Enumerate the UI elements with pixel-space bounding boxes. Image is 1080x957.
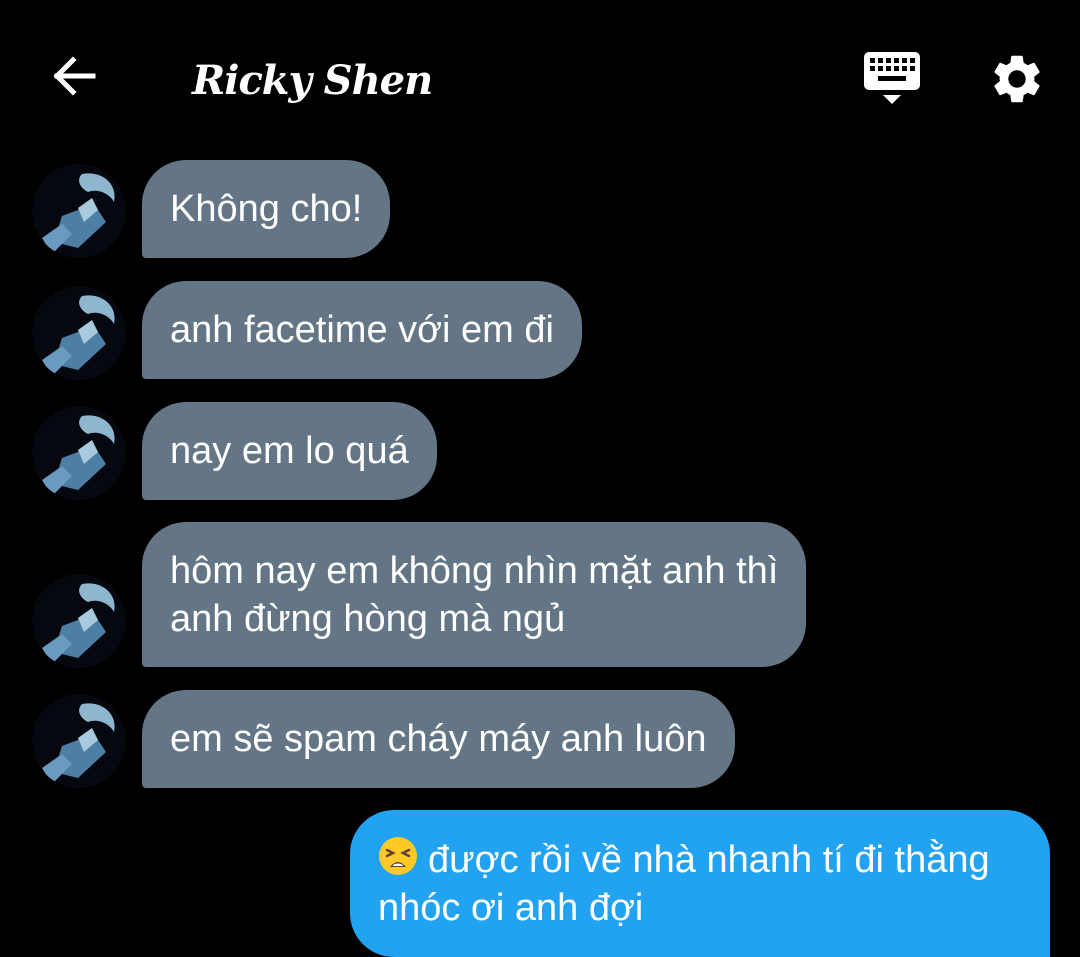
avatar-photo: [32, 406, 126, 500]
message-line: nhóc ơi anh đợi: [378, 886, 644, 929]
keyboard-icon: [864, 52, 920, 104]
avatar[interactable]: [32, 286, 126, 380]
message-line-text: được rồi về nhà nhanh tí đi thằng: [428, 838, 990, 881]
incoming-message-bubble[interactable]: anh facetime với em đi: [142, 281, 582, 379]
avatar[interactable]: [32, 164, 126, 258]
message-line: hôm nay em không nhìn mặt anh thì: [170, 549, 779, 592]
avatar[interactable]: [32, 694, 126, 788]
arrow-left-icon: [53, 56, 96, 96]
avatar-photo: [32, 286, 126, 380]
tired-face-emoji-icon: [379, 836, 417, 875]
incoming-message-bubble[interactable]: em sẽ spam cháy máy anh luôn: [142, 690, 735, 788]
message-line: được rồi về nhà nhanh tí đi thằng: [378, 836, 990, 884]
avatar-photo: [32, 164, 126, 258]
message-text: hôm nay em không nhìn mặt anh thì anh đừ…: [170, 547, 778, 643]
message-text: được rồi về nhà nhanh tí đi thằng nhóc ơ…: [378, 836, 990, 932]
message-text: em sẽ spam cháy máy anh luôn: [170, 718, 707, 760]
message-text: nay em lo quá: [170, 430, 409, 472]
incoming-message-bubble[interactable]: hôm nay em không nhìn mặt anh thì anh đừ…: [142, 522, 807, 667]
message-text: anh facetime với em đi: [170, 309, 554, 351]
avatar[interactable]: [32, 574, 126, 668]
incoming-message-bubble[interactable]: Không cho!: [142, 160, 391, 258]
gear-icon: [994, 55, 1040, 103]
contact-name[interactable]: Ricky Shen: [192, 56, 433, 106]
avatar-photo: [32, 694, 126, 788]
message-line: anh đừng hòng mà ngủ: [170, 597, 566, 640]
message-text: Không cho!: [170, 188, 363, 230]
avatar-photo: [32, 574, 126, 668]
settings-button[interactable]: [988, 50, 1046, 108]
incoming-message-bubble[interactable]: nay em lo quá: [142, 402, 437, 500]
chat-header: Ricky Shen: [0, 0, 1080, 150]
keyboard-button[interactable]: [860, 48, 924, 108]
outgoing-message-bubble[interactable]: được rồi về nhà nhanh tí đi thằng nhóc ơ…: [350, 810, 1050, 957]
avatar[interactable]: [32, 406, 126, 500]
back-button[interactable]: [44, 48, 104, 104]
